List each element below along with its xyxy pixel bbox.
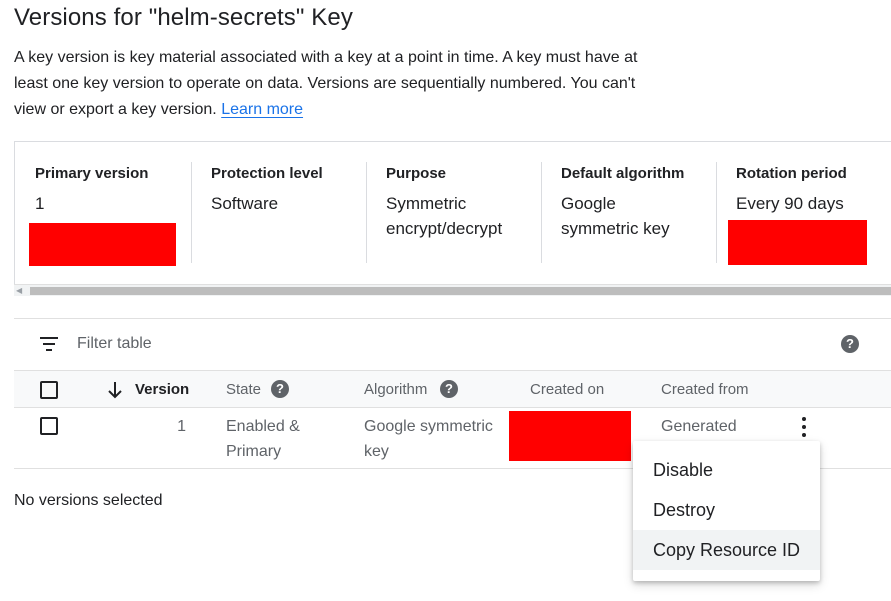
selection-status: No versions selected: [14, 492, 163, 509]
table-top-border: [14, 318, 891, 319]
row-checkbox[interactable]: [40, 417, 58, 435]
menu-item-destroy[interactable]: Destroy: [633, 490, 820, 530]
arrow-down-icon[interactable]: [107, 381, 123, 399]
horizontal-scrollbar[interactable]: ◀: [14, 284, 891, 296]
rotation-period-value: Every 90 days: [736, 194, 844, 213]
column-header-version[interactable]: Version: [135, 381, 189, 399]
learn-more-link[interactable]: Learn more: [221, 101, 303, 118]
more-vert-icon[interactable]: [800, 417, 808, 439]
filter-icon[interactable]: [40, 337, 58, 351]
state-cell: Enabled & Primary: [226, 418, 300, 460]
version-cell: 1: [177, 418, 186, 435]
scroll-left-icon[interactable]: ◀: [16, 285, 22, 297]
purpose-section: Purpose Symmetric encrypt/decrypt: [366, 162, 541, 263]
redacted-block: [29, 223, 176, 266]
default-algorithm-section: Default algorithm Google symmetric key: [541, 162, 716, 263]
default-algorithm-value: Google symmetric key: [561, 194, 670, 238]
column-header-algorithm[interactable]: Algorithm: [364, 381, 427, 399]
purpose-value: Symmetric encrypt/decrypt: [386, 194, 503, 238]
menu-item-disable[interactable]: Disable: [633, 450, 820, 490]
column-header-state[interactable]: State: [226, 381, 261, 399]
key-summary-card: Primary version 1 Protection level Softw…: [14, 141, 891, 296]
algorithm-help-icon[interactable]: ?: [440, 380, 458, 398]
state-help-icon[interactable]: ?: [271, 380, 289, 398]
created-from-cell: Generated: [661, 418, 737, 435]
algorithm-cell: Google symmetric key: [364, 418, 493, 460]
page-title: Versions for "helm-secrets" Key: [14, 4, 353, 31]
select-all-checkbox[interactable]: [40, 381, 58, 399]
redacted-block: [728, 220, 867, 265]
row-actions-menu: Disable Destroy Copy Resource ID: [633, 441, 820, 581]
primary-version-value: 1: [35, 194, 45, 213]
table-header: Version State ? Algorithm ? Created on C…: [14, 370, 891, 408]
page-description: A key version is key material associated…: [14, 45, 664, 123]
protection-level-value: Software: [211, 194, 279, 213]
description-text: A key version is key material associated…: [14, 49, 638, 118]
primary-version-label: Primary version: [35, 165, 149, 182]
protection-level-label: Protection level: [211, 165, 323, 182]
filter-input[interactable]: Filter table: [77, 333, 152, 355]
protection-level-section: Protection level Software: [191, 162, 366, 263]
scrollbar-thumb[interactable]: [30, 287, 891, 295]
redacted-block: [509, 411, 631, 461]
column-header-created-on[interactable]: Created on: [530, 381, 604, 399]
rotation-period-label: Rotation period: [736, 165, 847, 182]
default-algorithm-label: Default algorithm: [561, 165, 685, 182]
column-header-created-from[interactable]: Created from: [661, 381, 749, 399]
purpose-label: Purpose: [386, 165, 447, 182]
help-icon[interactable]: ?: [841, 335, 859, 353]
menu-item-copy-resource-id[interactable]: Copy Resource ID: [633, 530, 820, 570]
